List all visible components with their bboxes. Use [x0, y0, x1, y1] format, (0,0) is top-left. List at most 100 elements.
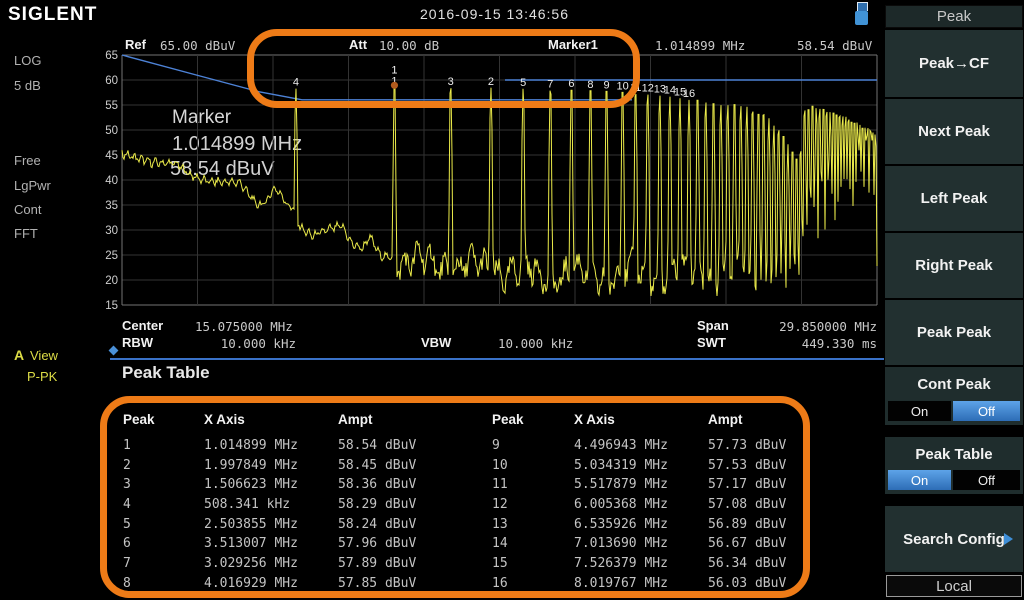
usb-icon: [855, 2, 870, 27]
ampt-col-header: Ampt: [338, 412, 373, 427]
peak-frequency: 3.029256 MHz: [204, 556, 298, 571]
peak-number: 6: [123, 536, 131, 551]
cont-peak-group: Cont Peak On Off: [885, 367, 1023, 425]
svg-text:1: 1: [391, 64, 397, 76]
usb-body-icon: [855, 11, 868, 25]
peak-amplitude: 56.89 dBuV: [708, 517, 786, 532]
search-config-label: Search Config: [903, 531, 1005, 548]
right-peak-button[interactable]: Right Peak: [885, 233, 1023, 298]
peak-to-cf-button[interactable]: Peak→CF: [885, 30, 1023, 97]
peak-number: 11: [492, 477, 508, 492]
peak-frequency: 1.014899 MHz: [204, 438, 298, 453]
peak-frequency: 8.019767 MHz: [574, 576, 668, 591]
svg-text:55: 55: [105, 100, 118, 112]
peak-frequency: 7.526379 MHz: [574, 556, 668, 571]
span-value: 29.850000 MHz: [690, 319, 877, 334]
peak-number: 12: [492, 497, 508, 512]
peak-number: 14: [492, 536, 508, 551]
peak-col-header: Peak: [123, 412, 155, 427]
svg-text:4: 4: [293, 77, 299, 89]
marker-annotation-title: Marker: [172, 107, 231, 129]
scale-type-label: LOG: [14, 53, 41, 68]
peak-frequency: 6.535926 MHz: [574, 517, 668, 532]
rbw-value: 10.000 kHz: [180, 336, 296, 351]
trace-mode-label: View: [30, 348, 58, 363]
next-peak-button[interactable]: Next Peak: [885, 99, 1023, 164]
vbw-value: 10.000 kHz: [498, 336, 573, 351]
trigger-label: Free: [14, 153, 41, 168]
svg-text:12: 12: [642, 83, 654, 95]
svg-text:11: 11: [630, 82, 641, 94]
rbw-label: RBW: [122, 335, 153, 350]
peak-number: 15: [492, 556, 508, 571]
peak-table-title: Peak Table: [122, 363, 210, 383]
search-config-button[interactable]: Search Config: [885, 506, 1023, 572]
svg-text:6: 6: [568, 78, 574, 90]
marker-freq: 1.014899 MHz: [655, 38, 745, 53]
svg-text:35: 35: [105, 200, 118, 212]
peak-number: 8: [123, 576, 131, 591]
svg-text:16: 16: [683, 88, 695, 100]
trace-letter: A: [14, 347, 24, 363]
peak-frequency: 1.997849 MHz: [204, 458, 298, 473]
peak-amplitude: 57.08 dBuV: [708, 497, 786, 512]
marker-annotation-freq: 1.014899 MHz: [172, 133, 302, 156]
peak-amplitude: 57.53 dBuV: [708, 458, 786, 473]
marker-annotation-ampl: 58.54 dBuV: [170, 158, 275, 181]
peak-amplitude: 58.45 dBuV: [338, 458, 416, 473]
xaxis-col-header: X Axis: [204, 412, 245, 427]
peak-peak-button[interactable]: Peak Peak: [885, 300, 1023, 365]
peak-amplitude: 58.29 dBuV: [338, 497, 416, 512]
cont-peak-toggle-off[interactable]: Off: [953, 401, 1020, 421]
svg-text:50: 50: [105, 125, 118, 137]
svg-text:7: 7: [547, 79, 553, 91]
svg-text:15: 15: [105, 300, 118, 312]
datetime-display: 2016-09-15 13:46:56: [420, 6, 569, 22]
section-divider: [110, 358, 888, 360]
peak-amplitude: 57.73 dBuV: [708, 438, 786, 453]
center-value: 15.075000 MHz: [195, 319, 293, 334]
usb-plug-icon: [857, 2, 868, 11]
peak-amplitude: 56.03 dBuV: [708, 576, 786, 591]
fft-label: FFT: [14, 226, 38, 241]
peak-amplitude: 57.85 dBuV: [338, 576, 416, 591]
peak-table-toggle-off[interactable]: Off: [953, 470, 1020, 490]
peak-number: 7: [123, 556, 131, 571]
siglent-logo: SIGLENT: [8, 4, 97, 26]
peak-amplitude: 57.96 dBuV: [338, 536, 416, 551]
peak-table-toggle-on[interactable]: On: [888, 470, 951, 490]
peak-number: 16: [492, 576, 508, 591]
peak-amplitude: 56.67 dBuV: [708, 536, 786, 551]
local-button[interactable]: Local: [886, 575, 1022, 597]
peak-frequency: 508.341 kHz: [204, 497, 290, 512]
preamp-label: LgPwr: [14, 178, 51, 193]
left-peak-button[interactable]: Left Peak: [885, 166, 1023, 231]
peak-table-group: Peak Table On Off: [885, 437, 1023, 494]
peak-number: 9: [492, 438, 500, 453]
peak-frequency: 6.005368 MHz: [574, 497, 668, 512]
svg-text:10: 10: [617, 80, 629, 92]
att-value: 10.00 dB: [379, 38, 439, 53]
peak-number: 2: [123, 458, 131, 473]
cont-peak-toggle-on[interactable]: On: [888, 401, 951, 421]
chevron-right-icon: [1004, 533, 1013, 545]
peak-frequency: 1.506623 MHz: [204, 477, 298, 492]
svg-text:9: 9: [604, 79, 610, 91]
peak-frequency: 3.513007 MHz: [204, 536, 298, 551]
marker-label: Marker1: [548, 37, 598, 52]
diamond-icon: [109, 346, 119, 356]
peak-number: 1: [123, 438, 131, 453]
spectrum-graph: 6560555045403530252015112345678910111213…: [0, 0, 1024, 600]
xaxis-col-header: X Axis: [574, 412, 615, 427]
att-label: Att: [349, 37, 367, 52]
peak-amplitude: 57.17 dBuV: [708, 477, 786, 492]
svg-text:8: 8: [587, 79, 593, 91]
peak-amplitude: 58.24 dBuV: [338, 517, 416, 532]
ref-value: 65.00 dBuV: [160, 38, 235, 53]
marker-ampl: 58.54 dBuV: [797, 38, 872, 53]
peak-frequency: 7.013690 MHz: [574, 536, 668, 551]
detector-label: P-PK: [27, 369, 57, 384]
peak-amplitude: 58.36 dBuV: [338, 477, 416, 492]
center-label: Center: [122, 318, 163, 333]
svg-text:45: 45: [105, 150, 118, 162]
